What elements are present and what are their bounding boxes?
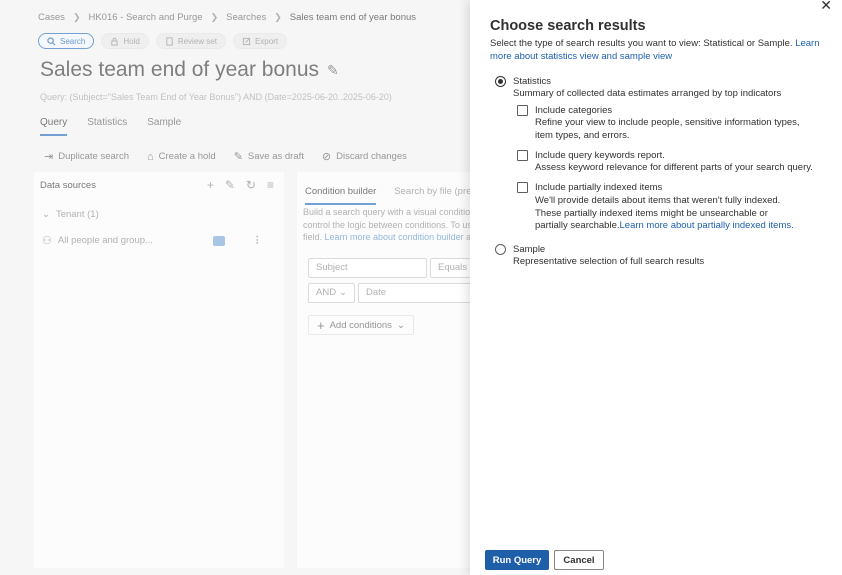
tab-bar: Query Statistics Sample [40, 117, 181, 136]
tab-search-by-file[interactable]: Search by file (pre [394, 186, 470, 205]
duplicate-search-button[interactable]: ⇥ Duplicate search [44, 150, 129, 163]
cancel-button[interactable]: Cancel [554, 550, 604, 570]
data-source-row[interactable]: ⚇ All people and group... ⋮ [42, 234, 262, 247]
include-keywords-label: Include query keywords report. [535, 150, 665, 161]
people-group-icon: ⚇ [42, 235, 52, 247]
statistics-label: Statistics [513, 76, 552, 87]
review-set-button[interactable]: Review set [155, 33, 226, 49]
condition-tabs: Condition builder Search by file (pre [305, 186, 470, 205]
include-categories-description: Refine your view to include people, sens… [535, 117, 800, 141]
document-icon [166, 36, 173, 46]
lock-icon: ⌂ [146, 150, 154, 163]
sample-description: Representative selection of full search … [513, 256, 705, 267]
data-sources-actions: + ✎ ↻ ≡ [207, 178, 274, 192]
include-keywords-checkbox[interactable] [517, 150, 528, 161]
run-query-button[interactable]: Run Query [485, 550, 549, 570]
breadcrumb-case[interactable]: HK016 - Search and Purge [88, 12, 202, 23]
page-title: Sales team end of year bonus ✎ [40, 58, 339, 81]
action-bar: Search Hold Review set Export [38, 33, 288, 49]
include-partially-indexed-label: Include partially indexed items [535, 182, 663, 193]
sample-label: Sample [513, 244, 546, 255]
save-draft-button[interactable]: ✎ Save as draft [234, 150, 304, 163]
add-conditions-button[interactable]: + Add conditions ⌄ [308, 315, 414, 335]
duplicate-icon: ⇥ [44, 151, 54, 163]
chevron-down-icon: ⌄ [42, 209, 50, 220]
include-partially-indexed-description: We'll provide details about items that w… [535, 195, 794, 231]
hold-button[interactable]: Hold [101, 33, 149, 49]
edit-icon[interactable]: ✎ [225, 178, 235, 192]
chevron-down-icon: ⌄ [396, 319, 405, 331]
chevron-down-icon: ⌄ [339, 287, 347, 298]
condition-builder-description: Build a search query with a visual condi… [303, 207, 470, 242]
add-icon: + [317, 317, 325, 333]
export-button[interactable]: Export [232, 33, 288, 49]
export-icon [242, 37, 251, 45]
discard-icon: ⊘ [321, 151, 332, 163]
learn-more-partially-indexed-link[interactable]: Learn more about partially indexed items… [620, 220, 794, 231]
breadcrumb-cases[interactable]: Cases [38, 12, 65, 23]
tab-condition-builder[interactable]: Condition builder [305, 186, 377, 205]
chevron-right-icon: ❯ [274, 12, 282, 22]
data-sources-heading: Data sources [40, 180, 96, 191]
logic-dropdown[interactable]: AND ⌄ [308, 283, 355, 303]
query-toolbar: ⇥ Duplicate search ⌂ Create a hold ✎ Sav… [44, 150, 407, 164]
panel-title: Choose search results [490, 18, 646, 34]
tab-statistics[interactable]: Statistics [87, 117, 127, 136]
lock-icon [111, 37, 119, 46]
tab-sample[interactable]: Sample [147, 117, 181, 136]
outlook-icon [212, 235, 225, 246]
pen-icon: ✎ [233, 151, 243, 163]
breadcrumb-current: Sales team end of year bonus [289, 12, 417, 23]
statistics-radio[interactable] [495, 76, 506, 87]
include-categories-checkbox[interactable] [517, 105, 528, 116]
sample-radio[interactable] [495, 244, 506, 255]
breadcrumb-searches[interactable]: Searches [226, 12, 266, 23]
statistics-description: Summary of collected data estimates arra… [513, 88, 782, 99]
operator-dropdown[interactable]: Equals an [430, 258, 470, 278]
data-sources-card: Data sources + ✎ ↻ ≡ ⌄ Tenant (1) ⚇ All … [34, 172, 284, 568]
tab-query[interactable]: Query [40, 117, 68, 136]
subject-field[interactable]: Subject [308, 258, 427, 278]
add-icon[interactable]: + [207, 178, 214, 192]
tenant-group[interactable]: ⌄ Tenant (1) [42, 209, 99, 220]
breadcrumb: Cases ❯ HK016 - Search and Purge ❯ Searc… [38, 12, 416, 23]
more-icon[interactable]: ⋮ [253, 235, 263, 246]
create-hold-button[interactable]: ⌂ Create a hold [147, 150, 216, 163]
include-partially-indexed-checkbox[interactable] [517, 182, 528, 193]
close-icon[interactable]: ✕ [820, 0, 832, 14]
choose-search-results-panel: ✕ Choose search results Select the type … [470, 0, 842, 575]
edit-icon[interactable]: ✎ [327, 62, 339, 79]
refresh-icon[interactable]: ↻ [246, 178, 256, 192]
chevron-right-icon: ❯ [210, 12, 219, 22]
include-categories-label: Include categories [535, 105, 613, 116]
date-field[interactable]: Date [358, 283, 470, 303]
condition-builder-card: Condition builder Search by file (pre Bu… [297, 172, 470, 568]
chevron-right-icon: ❯ [72, 12, 81, 22]
query-text: Query: (Subject="Sales Team End of Year … [40, 92, 392, 102]
search-button[interactable]: Search [38, 33, 95, 49]
condition-builder-link[interactable]: Learn more about condition builder [325, 232, 464, 242]
search-icon [47, 36, 56, 45]
panel-description: Select the type of search results you wa… [490, 38, 820, 62]
discard-changes-button[interactable]: ⊘ Discard changes [322, 150, 407, 163]
manage-icon[interactable]: ≡ [267, 178, 274, 192]
include-keywords-description: Assess keyword relevance for different p… [535, 162, 813, 173]
